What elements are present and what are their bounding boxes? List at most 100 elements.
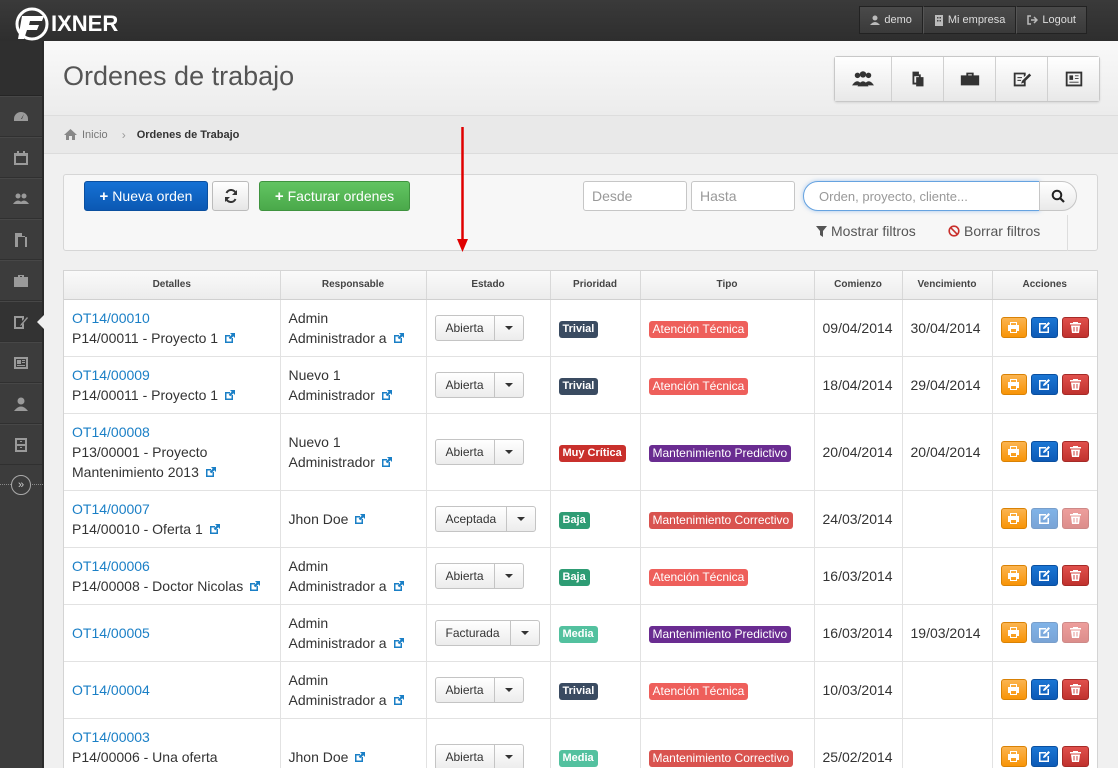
order-link[interactable]: OT14/00004 — [72, 680, 272, 700]
status-dropdown[interactable]: Abierta — [434, 371, 524, 398]
invoice-orders-button[interactable]: + Facturar ordenes — [259, 181, 410, 211]
contacts-shortcut[interactable] — [1047, 57, 1099, 101]
external-link-icon[interactable] — [224, 386, 236, 400]
sidebar-item-dashboard[interactable] — [0, 96, 42, 137]
column-header-due[interactable]: Vencimiento — [902, 271, 993, 300]
print-button[interactable] — [1000, 317, 1028, 338]
status-dropdown[interactable]: Abierta — [434, 438, 524, 465]
edit-button[interactable] — [1031, 441, 1059, 462]
external-link-icon[interactable] — [393, 577, 405, 591]
company-button[interactable]: Mi empresa — [922, 6, 1017, 34]
due-date — [902, 490, 993, 548]
external-link-icon[interactable] — [249, 577, 261, 591]
edit-button[interactable] — [1031, 565, 1059, 586]
caret-down-icon[interactable] — [493, 563, 523, 588]
project-name: P14/00006 - Una oferta — [72, 748, 218, 765]
delete-button[interactable] — [1062, 317, 1089, 338]
sidebar-item-calendar[interactable] — [0, 137, 42, 178]
logout-button[interactable]: Logout — [1016, 6, 1087, 34]
external-link-icon[interactable] — [393, 691, 405, 705]
caret-down-icon[interactable] — [509, 620, 539, 645]
show-filters-link[interactable]: Mostrar filtros — [816, 223, 916, 239]
edit-button[interactable] — [1031, 679, 1059, 700]
search-button[interactable] — [1039, 181, 1077, 211]
status-dropdown[interactable]: Abierta — [434, 314, 524, 341]
print-button[interactable] — [1000, 622, 1028, 643]
clear-filters-link[interactable]: Borrar filtros — [948, 223, 1040, 239]
external-link-icon[interactable] — [354, 748, 366, 762]
print-button[interactable] — [1000, 374, 1028, 395]
order-link[interactable]: OT14/00010 — [72, 308, 272, 328]
edit-button[interactable] — [1031, 374, 1059, 395]
projects-shortcut[interactable] — [943, 57, 995, 101]
sidebar-item-documents[interactable] — [0, 219, 42, 260]
column-header-status[interactable]: Estado — [426, 271, 551, 300]
clients-shortcut[interactable] — [835, 57, 891, 101]
column-header-responsible[interactable]: Responsable — [280, 271, 427, 300]
sidebar-item-projects[interactable] — [0, 260, 42, 301]
column-header-priority[interactable]: Prioridad — [550, 271, 641, 300]
print-button[interactable] — [1000, 508, 1028, 529]
sidebar-collapse-toggle[interactable]: » — [0, 465, 43, 505]
edit-button[interactable] — [1031, 622, 1059, 643]
date-from-input[interactable]: Desde — [583, 181, 687, 211]
date-to-input[interactable]: Hasta — [691, 181, 795, 211]
external-link-icon[interactable] — [393, 329, 405, 343]
status-dropdown[interactable]: Abierta — [434, 743, 524, 768]
status-dropdown[interactable]: Facturada — [434, 619, 540, 646]
status-dropdown[interactable]: Aceptada — [434, 505, 537, 532]
order-link[interactable]: OT14/00006 — [72, 556, 272, 576]
print-button[interactable] — [1000, 679, 1028, 700]
delete-button[interactable] — [1062, 441, 1089, 462]
external-link-icon[interactable] — [209, 520, 221, 534]
caret-down-icon[interactable] — [493, 372, 523, 397]
order-link[interactable]: OT14/00009 — [72, 365, 272, 385]
column-header-type[interactable]: Tipo — [640, 271, 815, 300]
documents-shortcut[interactable] — [891, 57, 943, 101]
new-order-button[interactable]: + Nueva orden — [84, 181, 208, 211]
print-button[interactable] — [1000, 441, 1028, 462]
delete-button[interactable] — [1062, 565, 1089, 586]
edit-button[interactable] — [1031, 317, 1059, 338]
external-link-icon[interactable] — [381, 386, 393, 400]
caret-down-icon[interactable] — [493, 439, 523, 464]
caret-down-icon[interactable] — [493, 744, 523, 768]
column-header-start[interactable]: Comienzo — [814, 271, 903, 300]
sidebar-item-clients[interactable] — [0, 178, 42, 219]
order-link[interactable]: OT14/00005 — [72, 623, 272, 643]
external-link-icon[interactable] — [224, 329, 236, 343]
order-link[interactable]: OT14/00003 — [72, 727, 272, 747]
external-link-icon[interactable] — [205, 463, 217, 477]
caret-down-icon[interactable] — [506, 506, 535, 531]
external-link-icon[interactable] — [381, 453, 393, 467]
breadcrumb-home[interactable]: Inicio — [64, 129, 108, 141]
order-link[interactable]: OT14/00008 — [72, 422, 272, 442]
sidebar-item-work-orders[interactable] — [0, 301, 44, 342]
search-input[interactable]: Orden, proyecto, cliente... — [803, 181, 1040, 211]
print-button[interactable] — [1000, 746, 1028, 767]
refresh-button[interactable] — [212, 181, 249, 211]
work-orders-shortcut[interactable] — [995, 57, 1047, 101]
fixner-logo[interactable]: IXNER — [14, 4, 118, 44]
caret-down-icon[interactable] — [493, 315, 523, 340]
edit-button[interactable] — [1031, 746, 1059, 767]
table-header-row: Detalles Responsable Estado Prioridad Ti… — [64, 271, 1097, 300]
external-link-icon[interactable] — [354, 510, 366, 524]
delete-button[interactable] — [1062, 679, 1089, 700]
status-dropdown[interactable]: Abierta — [434, 676, 524, 703]
delete-button[interactable] — [1062, 508, 1089, 529]
user-button[interactable]: demo — [859, 6, 923, 34]
delete-button[interactable] — [1062, 622, 1089, 643]
delete-button[interactable] — [1062, 746, 1089, 767]
column-header-details[interactable]: Detalles — [64, 271, 281, 300]
status-dropdown[interactable]: Abierta — [434, 562, 524, 589]
delete-button[interactable] — [1062, 374, 1089, 395]
print-button[interactable] — [1000, 565, 1028, 586]
caret-down-icon[interactable] — [493, 677, 523, 702]
sidebar-item-inventory[interactable] — [0, 424, 42, 465]
external-link-icon[interactable] — [393, 634, 405, 648]
sidebar-item-technicians[interactable] — [0, 383, 42, 424]
edit-button[interactable] — [1031, 508, 1059, 529]
sidebar-item-contacts[interactable] — [0, 342, 42, 383]
order-link[interactable]: OT14/00007 — [72, 499, 272, 519]
